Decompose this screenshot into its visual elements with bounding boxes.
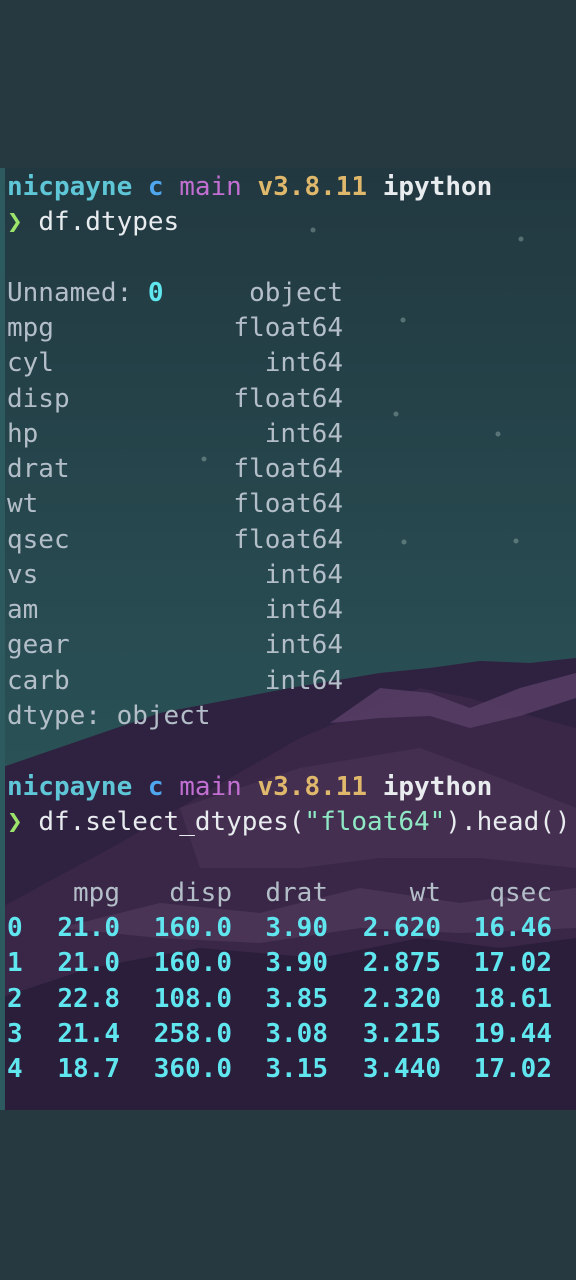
row-index: 4 — [7, 1054, 23, 1084]
table-cell: 360.0 — [153, 1054, 232, 1084]
row-index: 0 — [7, 913, 23, 943]
prompt-line-2: nicpayne c main v3.8.11 ipython — [7, 771, 492, 803]
dtype-type: object — [249, 278, 343, 308]
table-cell: 2.620 — [362, 913, 441, 943]
dtype-row: gear — [7, 630, 70, 660]
table-cell: 258.0 — [153, 1019, 232, 1049]
table-cell: 3.08 — [265, 1019, 328, 1049]
table-cell: 18.61 — [473, 984, 552, 1014]
table-cell: 108.0 — [153, 984, 232, 1014]
table-cell: 21.0 — [57, 913, 120, 943]
prompt-arrow-icon: ❯ — [7, 207, 23, 237]
table-cell: 3.440 — [362, 1054, 441, 1084]
prompt-env: ipython — [382, 772, 493, 802]
dtype-type: int64 — [264, 595, 343, 625]
command-line-1[interactable]: ❯ df.dtypes — [7, 206, 179, 238]
prompt-branch: main — [179, 172, 242, 202]
star — [393, 411, 399, 417]
dtype-row: disp — [7, 384, 70, 414]
prompt-user: nicpayne — [7, 772, 133, 802]
dtype-row: drat — [7, 454, 70, 484]
table-cell: 17.02 — [473, 948, 552, 978]
command-string: "float64" — [304, 807, 446, 837]
prompt-line-1: nicpayne c main v3.8.11 ipython — [7, 171, 492, 203]
dtype-row: vs — [7, 560, 39, 590]
prompt-arrow-icon: ❯ — [7, 807, 23, 837]
table-cell: 3.90 — [265, 948, 328, 978]
star — [400, 317, 406, 323]
prompt-branch: main — [179, 772, 242, 802]
star — [310, 227, 316, 233]
column-header: mpg — [73, 878, 120, 908]
dtype-type: int64 — [264, 348, 343, 378]
prompt-env: ipython — [382, 172, 493, 202]
prompt-version: v3.8.11 — [257, 172, 368, 202]
table-cell: 19.44 — [473, 1019, 552, 1049]
dtype-type: float64 — [233, 384, 343, 414]
dtype-type: float64 — [233, 489, 343, 519]
dtype-row: hp — [7, 419, 39, 449]
command-text: df.select_dtypes( — [38, 807, 305, 837]
dtype-row: cyl — [7, 348, 54, 378]
dtype-row: qsec — [7, 525, 70, 555]
table-cell: 16.46 — [473, 913, 552, 943]
table-cell: 2.875 — [362, 948, 441, 978]
column-header: drat — [265, 878, 328, 908]
prompt-version: v3.8.11 — [257, 772, 368, 802]
row-index: 2 — [7, 984, 23, 1014]
table-cell: 2.320 — [362, 984, 441, 1014]
dtype-type: int64 — [264, 560, 343, 590]
star — [401, 539, 407, 545]
dtype-type: float64 — [233, 313, 343, 343]
dtype-col: Unnamed: — [7, 278, 148, 308]
window-edge — [0, 168, 5, 1110]
table-cell: 21.0 — [57, 948, 120, 978]
dtype-row: Unnamed: 0 — [7, 277, 164, 309]
star — [518, 236, 524, 242]
table-cell: 17.02 — [473, 1054, 552, 1084]
table-cell: 3.215 — [362, 1019, 441, 1049]
table-cell: 18.7 — [57, 1054, 120, 1084]
table-cell: 160.0 — [153, 948, 232, 978]
dtype-row: carb — [7, 666, 70, 696]
star — [495, 431, 501, 437]
dtype-footer: dtype: object — [7, 701, 211, 731]
table-cell: 3.85 — [265, 984, 328, 1014]
command-line-2[interactable]: ❯ df.select_dtypes("float64").head() — [7, 806, 571, 838]
star — [513, 538, 519, 544]
dtype-type: float64 — [233, 454, 343, 484]
table-cell: 21.4 — [57, 1019, 120, 1049]
dtype-type: int64 — [264, 666, 343, 696]
terminal-window[interactable]: nicpayne c main v3.8.11 ipython ❯ df.dty… — [0, 168, 576, 1110]
command-text: df.dtypes — [38, 207, 180, 237]
column-header: wt — [409, 878, 441, 908]
git-branch-icon: c — [147, 772, 164, 802]
row-index: 3 — [7, 1019, 23, 1049]
column-header: disp — [169, 878, 232, 908]
dtype-type: int64 — [264, 419, 343, 449]
table-cell: 22.8 — [57, 984, 120, 1014]
prompt-user: nicpayne — [7, 172, 133, 202]
dtype-row: wt — [7, 489, 39, 519]
column-header: qsec — [489, 878, 552, 908]
star — [201, 456, 207, 462]
table-cell: 3.15 — [265, 1054, 328, 1084]
row-index: 1 — [7, 948, 23, 978]
dtype-type: int64 — [264, 630, 343, 660]
dtype-row: am — [7, 595, 39, 625]
git-branch-icon: c — [147, 172, 164, 202]
dtype-col-number: 0 — [147, 278, 164, 308]
command-text-end: ).head() — [445, 807, 571, 837]
table-cell: 3.90 — [265, 913, 328, 943]
dtype-type: float64 — [233, 525, 343, 555]
dtype-row: mpg — [7, 313, 54, 343]
table-cell: 160.0 — [153, 913, 232, 943]
